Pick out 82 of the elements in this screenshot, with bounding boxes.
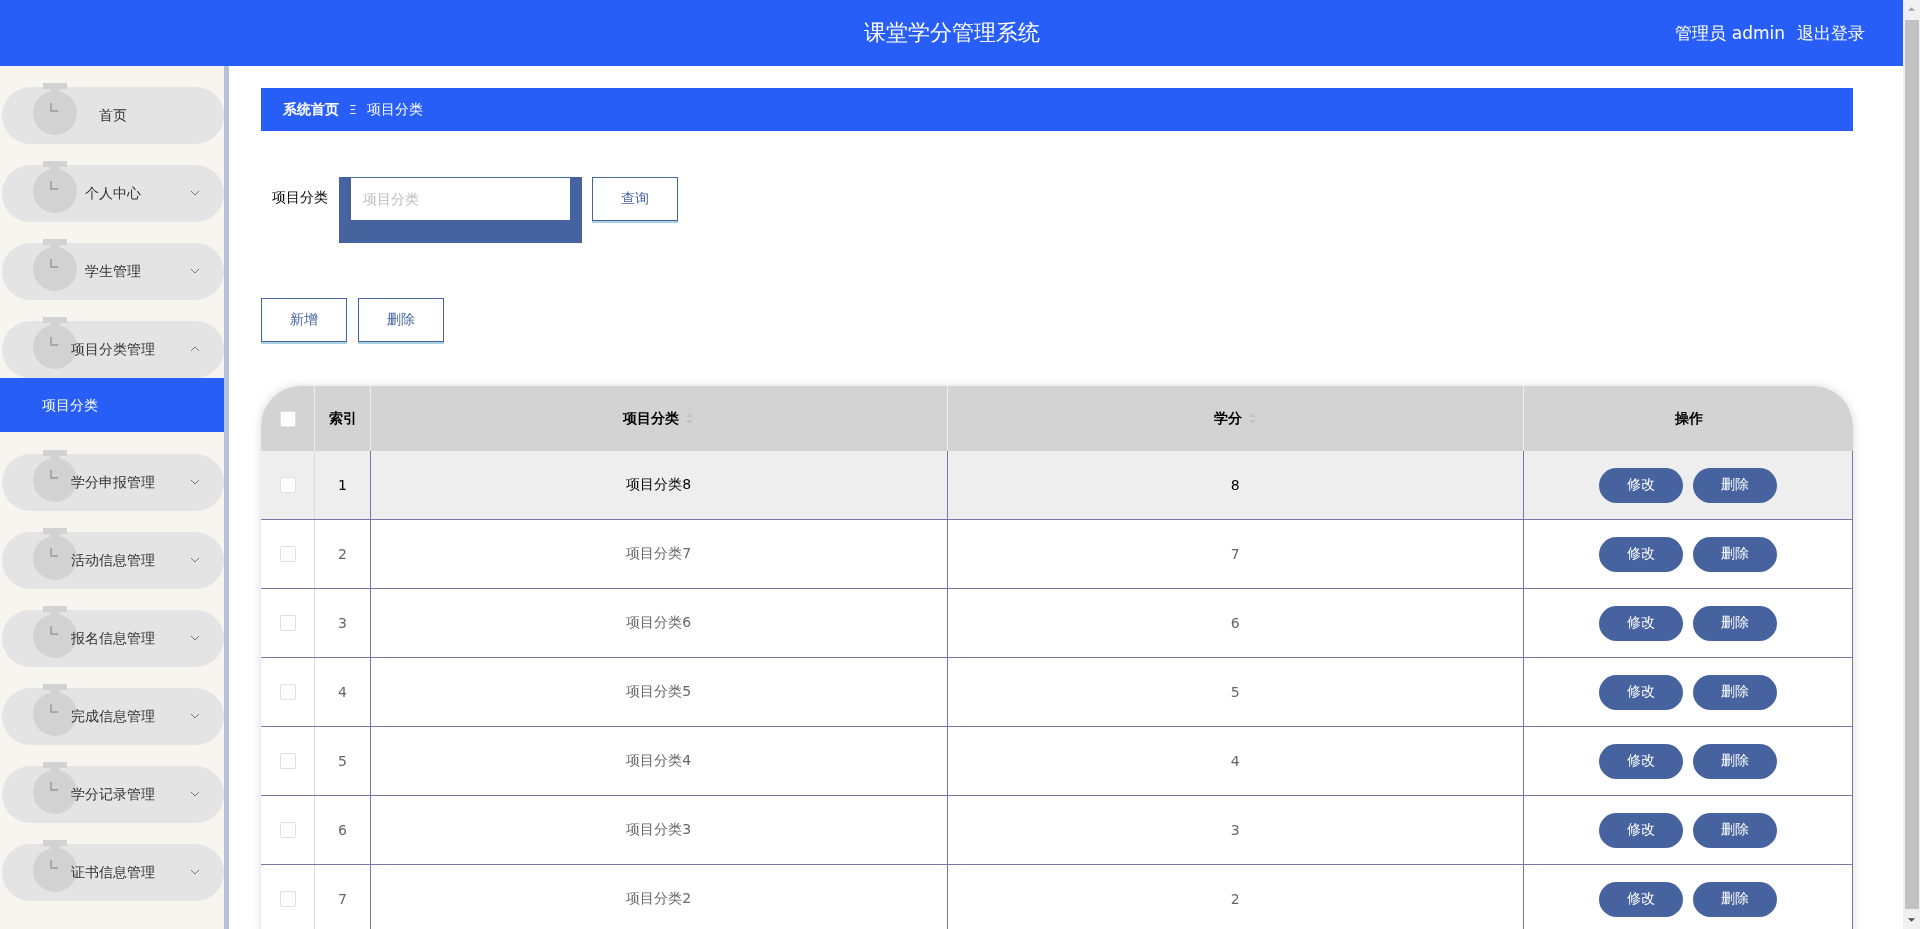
column-header: 操作 [1674,409,1703,428]
chevron-down-icon [190,556,200,564]
row-checkbox[interactable] [279,615,296,631]
edit-button[interactable]: 修改 [1599,674,1683,710]
edit-button[interactable]: 修改 [1599,812,1683,848]
column-header: 索引 [328,409,357,428]
table-cell: 项目分类4 [626,752,692,770]
table-cell: 5 [338,753,347,769]
table-row[interactable]: 3 项目分类6 6 修改 删除 [261,589,1853,658]
user-label: 管理员 admin [1675,22,1785,45]
chevron-down-icon [190,868,200,876]
clock-icon [32,83,78,135]
delete-button[interactable]: 删除 [1693,536,1777,572]
clock-icon [32,161,78,213]
table-row[interactable]: 6 项目分类3 3 修改 删除 [261,796,1853,865]
breadcrumb-current: 项目分类 [366,100,423,119]
table-cell: 7 [338,891,347,907]
chevron-down-icon [190,712,200,720]
delete-button[interactable]: 删除 [1693,881,1777,917]
field-label: 项目分类 [272,189,328,207]
delete-button[interactable]: 删除 [1693,674,1777,710]
table-cell: 项目分类8 [626,476,692,494]
table-row[interactable]: 1 项目分类8 8 修改 删除 [261,451,1853,520]
table-cell: 项目分类5 [626,683,692,701]
edit-button[interactable]: 修改 [1599,467,1683,503]
table-cell: 2 [1230,891,1240,907]
table-cell: 8 [1230,477,1240,493]
table-cell: 2 [338,546,347,562]
edit-button[interactable]: 修改 [1599,743,1683,779]
row-checkbox[interactable] [279,753,296,769]
scrollbar-thumb[interactable] [1904,20,1919,909]
table-row[interactable]: 4 项目分类5 5 修改 删除 [261,658,1853,727]
table-cell: 4 [1230,753,1240,769]
table-cell: 项目分类7 [626,545,692,563]
row-checkbox[interactable] [279,477,296,493]
logout-link[interactable]: 退出登录 [1797,22,1865,45]
chevron-down-icon [190,478,200,486]
table-cell: 项目分类6 [626,614,692,632]
chevron-down-icon [190,634,200,642]
edit-button[interactable]: 修改 [1599,881,1683,917]
chevron-down-icon [190,790,200,798]
table-cell: 3 [1230,822,1240,838]
delete-button[interactable]: 删除 [1693,605,1777,641]
table-cell: 项目分类2 [626,890,692,908]
select-all-checkbox[interactable] [279,410,296,427]
submenu-item[interactable]: 项目分类 [0,378,224,432]
chevron-down-icon [190,267,200,275]
delete-button[interactable]: 删除 [1693,812,1777,848]
column-header: 项目分类 [623,409,680,428]
table-cell: 1 [338,477,347,493]
clock-icon [32,239,78,291]
row-checkbox[interactable] [279,546,296,562]
edit-button[interactable]: 修改 [1599,536,1683,572]
table-cell: 4 [338,684,347,700]
breadcrumb-link[interactable]: 系统首页 [283,100,339,119]
column-header: 学分 [1213,409,1242,428]
table-cell: 5 [1230,684,1240,700]
edit-button[interactable]: 修改 [1599,605,1683,641]
breadcrumb-separator: Ξ [349,102,357,117]
table-cell: 7 [1230,546,1240,562]
query-button[interactable]: 查询 [592,177,678,221]
scroll-down-icon[interactable] [1907,917,1916,923]
table-cell: 项目分类3 [626,821,692,839]
row-checkbox[interactable] [279,891,296,907]
scroll-up-icon[interactable] [1907,6,1916,12]
delete-button[interactable]: 删除 [358,298,444,342]
row-checkbox[interactable] [279,684,296,700]
delete-button[interactable]: 删除 [1693,467,1777,503]
chevron-down-icon [190,189,200,197]
search-field[interactable]: 项目分类 [339,177,582,243]
table-cell: 6 [1230,615,1240,631]
app-title: 课堂学分管理系统 [863,19,1040,47]
add-button[interactable]: 新增 [261,298,347,342]
table-row[interactable]: 5 项目分类4 4 修改 删除 [261,727,1853,796]
table-cell: 3 [338,615,347,631]
table-row[interactable]: 7 项目分类2 2 修改 删除 [261,865,1853,929]
delete-button[interactable]: 删除 [1693,743,1777,779]
table-row[interactable]: 2 项目分类7 7 修改 删除 [261,520,1853,589]
table-cell: 6 [338,822,347,838]
chevron-up-icon [190,345,200,353]
row-checkbox[interactable] [279,822,296,838]
scrollbar[interactable] [1903,0,1920,929]
